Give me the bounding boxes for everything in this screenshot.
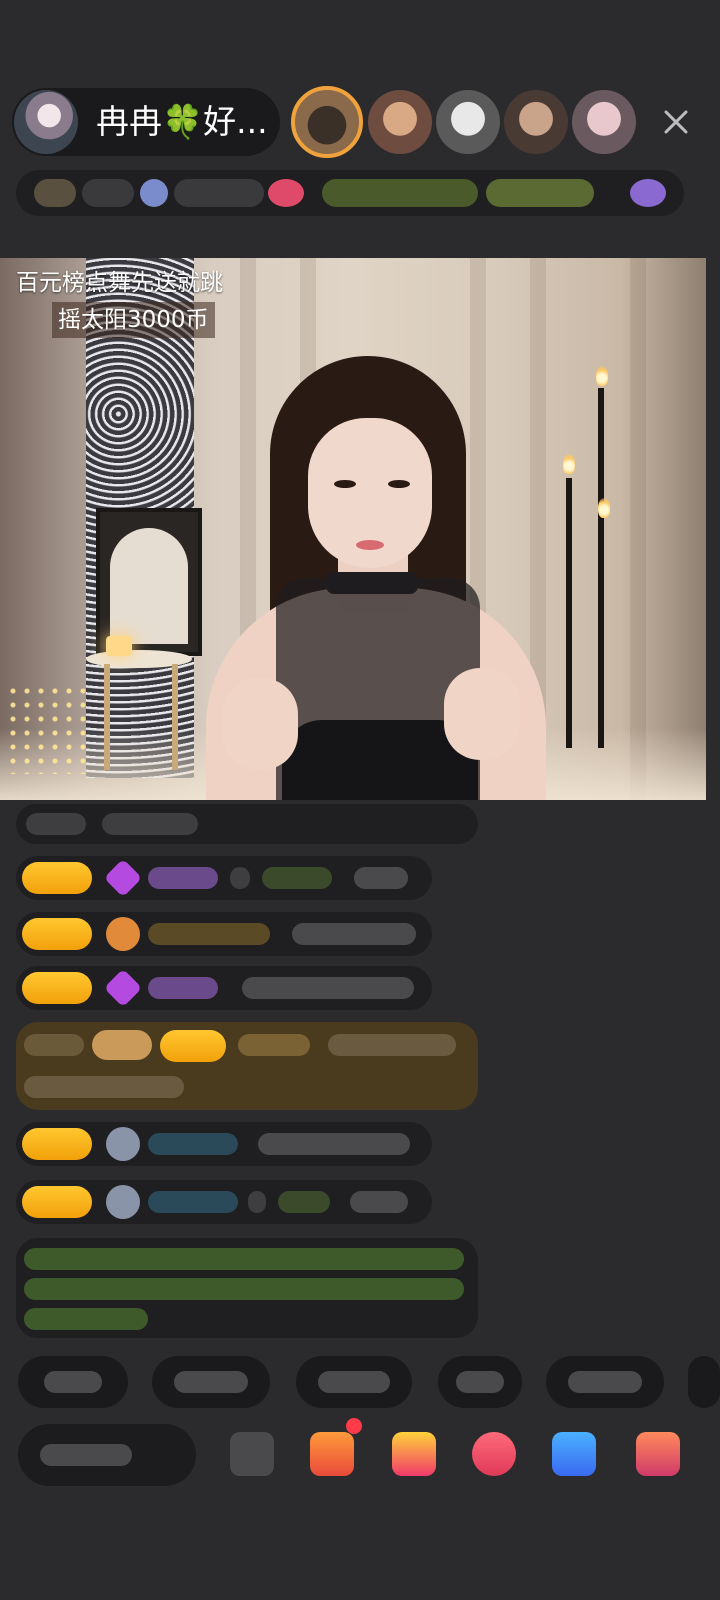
chat-message[interactable] xyxy=(16,966,432,1010)
viewer-avatar[interactable] xyxy=(291,86,363,158)
fan-badge[interactable] xyxy=(160,1030,226,1062)
notification-dot xyxy=(346,1418,362,1434)
fans-text xyxy=(174,179,264,207)
diamond-icon xyxy=(103,968,143,1008)
level-icon xyxy=(106,917,140,951)
quick-reply-chip[interactable] xyxy=(18,1356,128,1408)
quick-reply-chip[interactable] xyxy=(296,1356,412,1408)
fans-icon xyxy=(140,179,168,207)
chat-message[interactable] xyxy=(16,1180,432,1224)
table-leg xyxy=(172,664,178,770)
gift-box-icon[interactable] xyxy=(392,1432,436,1476)
fan-badge[interactable] xyxy=(22,1128,92,1160)
candle-stand xyxy=(566,478,572,748)
fan-badge[interactable] xyxy=(22,1186,92,1218)
wall-frame xyxy=(96,508,202,656)
heart-icon[interactable] xyxy=(268,179,304,207)
comment-input[interactable] xyxy=(18,1424,196,1486)
candle-stand xyxy=(598,388,604,748)
quick-reply-chip[interactable] xyxy=(438,1356,522,1408)
rank-text xyxy=(82,179,134,207)
chat-message-highlight[interactable] xyxy=(16,1022,478,1110)
chat-message[interactable] xyxy=(16,1122,432,1166)
chat-message[interactable] xyxy=(16,912,432,956)
game-icon[interactable] xyxy=(552,1432,596,1476)
candle-flame xyxy=(598,498,610,518)
host-info-pill[interactable]: 冉冉🍀好... xyxy=(12,88,280,156)
live-video[interactable] xyxy=(0,258,706,800)
close-button[interactable] xyxy=(652,98,700,146)
chat-message[interactable] xyxy=(16,804,478,844)
quick-reply-chip[interactable] xyxy=(546,1356,664,1408)
fan-badge[interactable] xyxy=(22,972,92,1004)
viewer-avatar[interactable] xyxy=(504,90,568,154)
rank-badge[interactable] xyxy=(34,179,76,207)
vip-badge xyxy=(92,1030,152,1060)
user-avatar[interactable] xyxy=(106,1127,140,1161)
quick-reply-chip[interactable] xyxy=(688,1356,720,1408)
more-icon[interactable] xyxy=(636,1432,680,1476)
streamer-hand xyxy=(444,668,520,760)
candle-flame xyxy=(596,366,608,386)
room-info-bar[interactable] xyxy=(16,170,684,216)
quick-reply-chip[interactable] xyxy=(152,1356,270,1408)
streamer-collar xyxy=(326,572,418,594)
streamer-lips xyxy=(356,540,384,550)
lamp xyxy=(106,636,132,656)
viewer-avatar[interactable] xyxy=(572,90,636,154)
chat-message[interactable] xyxy=(16,856,432,900)
streamer-eye xyxy=(388,480,410,488)
viewer-avatar[interactable] xyxy=(368,90,432,154)
user-avatar[interactable] xyxy=(106,1185,140,1219)
fan-badge[interactable] xyxy=(22,862,92,894)
system-notice xyxy=(16,1238,478,1338)
streamer-eye xyxy=(334,480,356,488)
diamond-icon xyxy=(103,858,143,898)
viewer-avatar[interactable] xyxy=(436,90,500,154)
top-bar: 冉冉🍀好... xyxy=(0,0,720,262)
fan-badge[interactable] xyxy=(22,918,92,950)
table-leg xyxy=(104,664,110,770)
gift-icon[interactable] xyxy=(630,179,666,207)
lucky-icon[interactable] xyxy=(472,1432,516,1476)
activity-banner-2[interactable] xyxy=(486,179,594,207)
streamer-hand xyxy=(222,678,298,770)
stream-notice-line1: 百元榜点舞先送就跳 xyxy=(16,270,223,296)
stream-notice-line2: 摇太阳3000币 xyxy=(52,302,215,338)
activity-banner[interactable] xyxy=(322,179,478,207)
candle-flame xyxy=(563,454,575,474)
task-icon[interactable] xyxy=(310,1432,354,1476)
curtain xyxy=(630,258,646,800)
host-avatar[interactable] xyxy=(14,90,78,154)
host-name[interactable]: 冉冉🍀好... xyxy=(96,100,268,144)
emoji-icon[interactable] xyxy=(230,1432,274,1476)
close-icon xyxy=(664,110,688,134)
light-tree xyxy=(6,684,86,774)
